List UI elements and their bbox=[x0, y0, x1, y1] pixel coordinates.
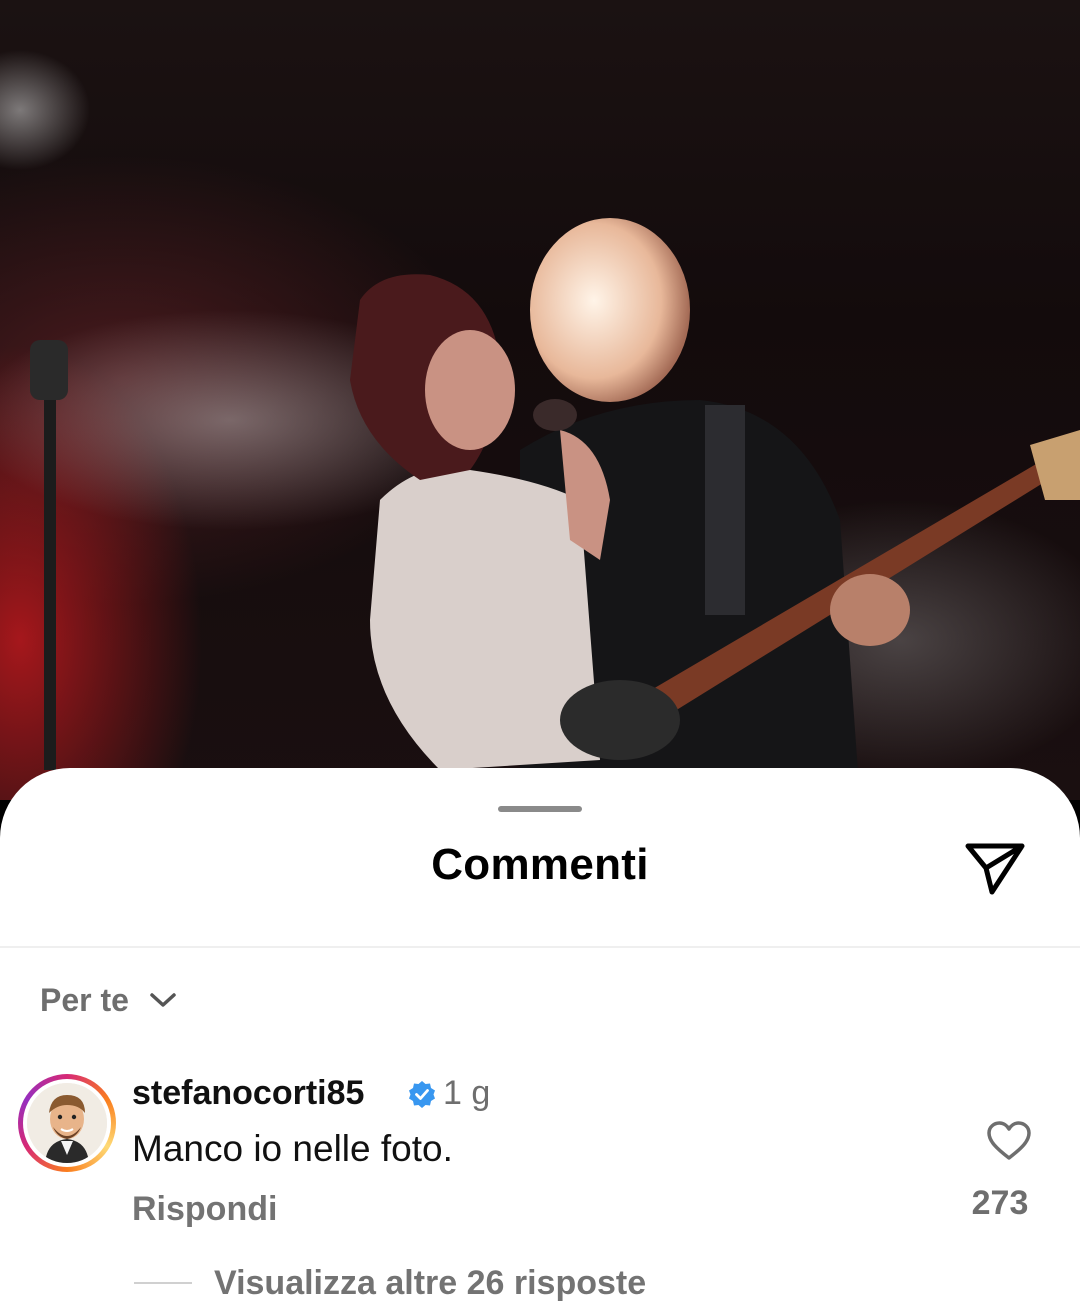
comments-sheet: Commenti Per te stefanocorti85 1 g Manco… bbox=[0, 768, 1080, 1312]
paper-plane-icon bbox=[965, 843, 1025, 895]
like-count: 273 bbox=[971, 1184, 1029, 1222]
avatar bbox=[27, 1083, 107, 1163]
share-button[interactable] bbox=[962, 838, 1028, 898]
chevron-down-icon bbox=[150, 993, 176, 1007]
comment-username[interactable]: stefanocorti85 bbox=[132, 1074, 364, 1113]
avatar-story-ring[interactable] bbox=[18, 1074, 116, 1172]
verified-badge-icon bbox=[409, 1081, 435, 1108]
post-photo bbox=[0, 0, 1080, 800]
sort-filter-label: Per te bbox=[40, 981, 129, 1018]
heart-icon[interactable] bbox=[986, 1120, 1032, 1162]
sheet-grabber[interactable] bbox=[498, 806, 582, 812]
comment-timestamp: 1 g bbox=[443, 1074, 491, 1112]
header-divider bbox=[0, 946, 1080, 948]
sheet-title: Commenti bbox=[431, 840, 649, 889]
sort-filter-dropdown[interactable]: Per te bbox=[40, 980, 177, 1020]
comment-item: stefanocorti85 1 g Manco io nelle foto. … bbox=[0, 1068, 1080, 1312]
replies-divider bbox=[134, 1282, 192, 1284]
reply-button[interactable]: Rispondi bbox=[132, 1190, 277, 1229]
view-replies-button[interactable]: Visualizza altre 26 risposte bbox=[214, 1264, 646, 1303]
concert-illustration bbox=[0, 50, 1080, 800]
avatar-cartoon-icon bbox=[27, 1083, 107, 1163]
comment-text: Manco io nelle foto. bbox=[132, 1128, 453, 1169]
